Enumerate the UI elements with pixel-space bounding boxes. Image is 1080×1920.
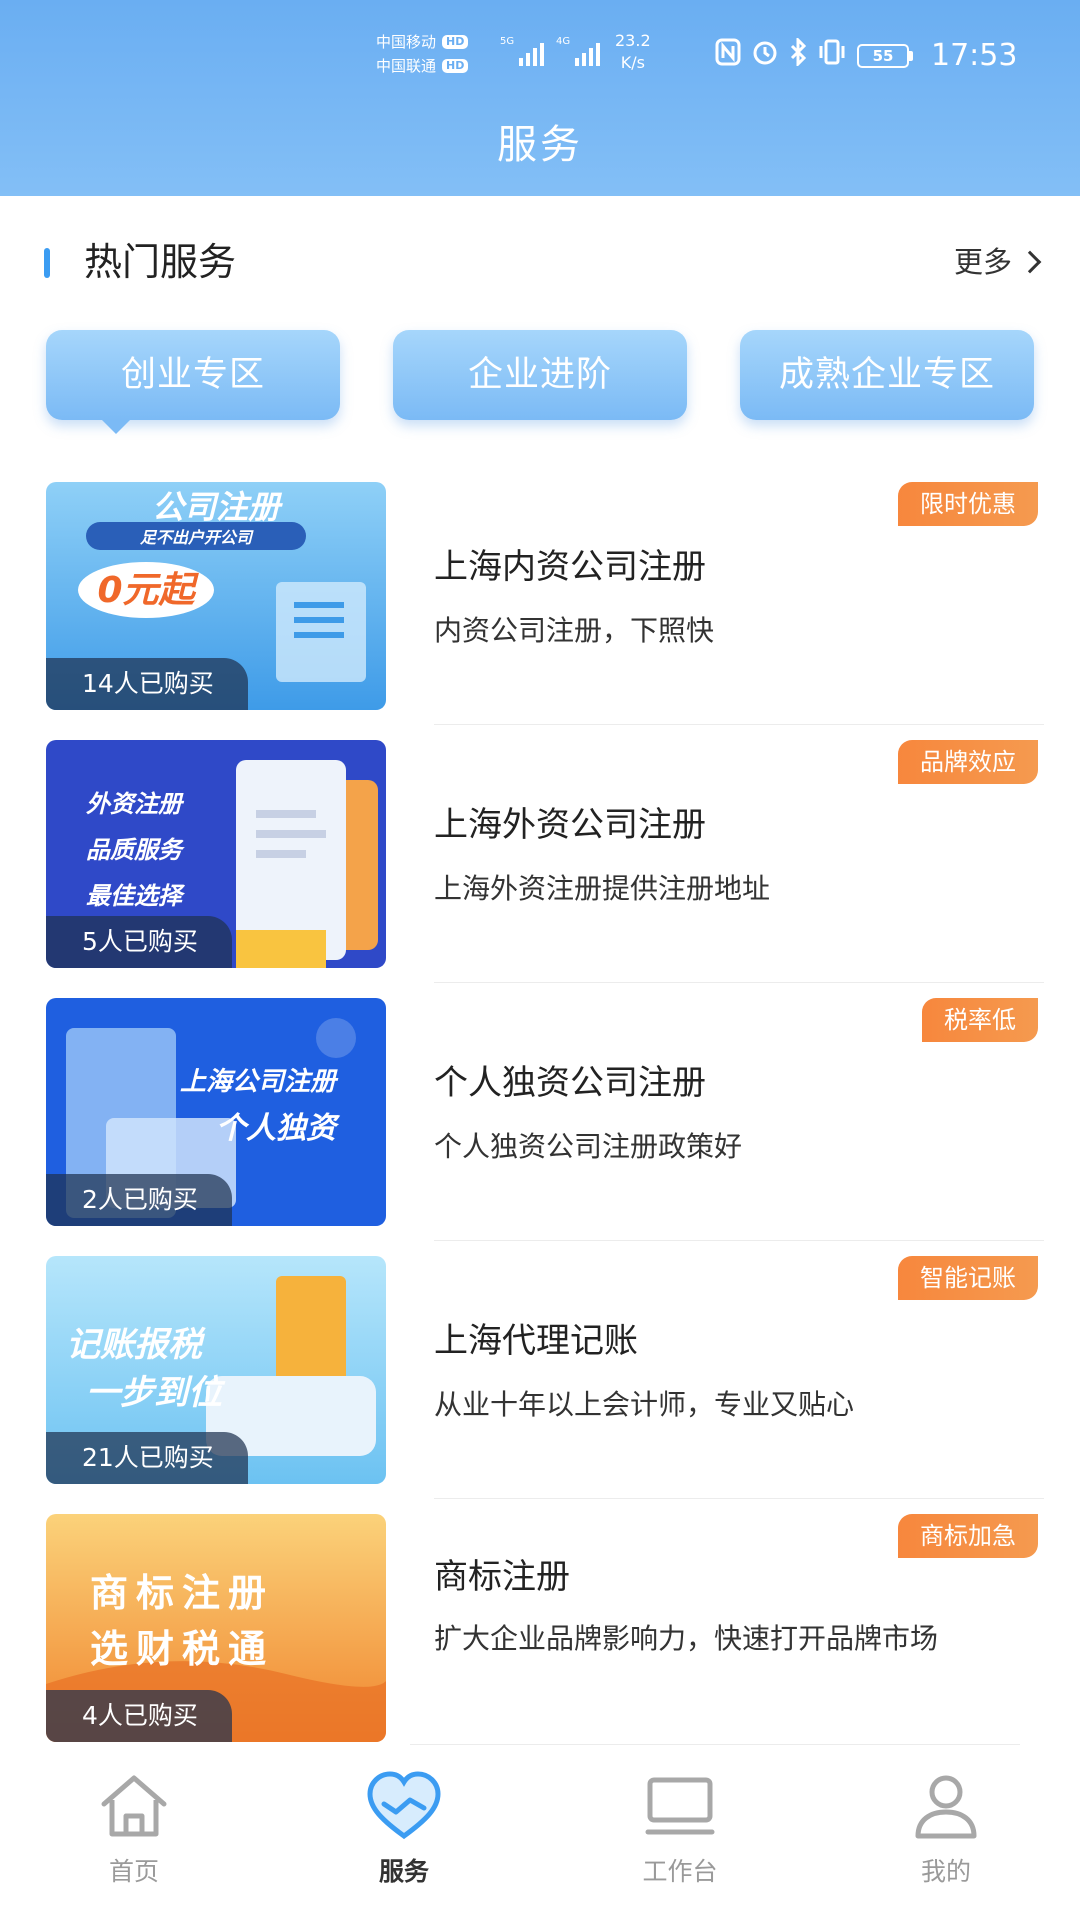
svg-text:商标注册: 商标注册 bbox=[90, 1571, 274, 1615]
svg-text:足不出户开公司: 足不出户开公司 bbox=[140, 528, 254, 547]
buyers-count: 4人已购买 bbox=[46, 1690, 232, 1742]
service-title: 上海代理记账 bbox=[434, 1321, 638, 1361]
service-thumbnail: 外资注册 品质服务 最佳选择 5人已购买 bbox=[46, 740, 386, 968]
network-speed: 23.2 K/s bbox=[615, 31, 651, 72]
service-title: 商标注册 bbox=[434, 1557, 570, 1597]
alarm-icon bbox=[751, 38, 779, 73]
status-bar: 中国移动 HD 中国联通 HD 5G 4G 23.2 K/s 55 17:53 bbox=[0, 0, 1080, 100]
promo-badge: 智能记账 bbox=[898, 1256, 1038, 1300]
chevron-right-icon bbox=[1018, 250, 1042, 274]
zone-tabs: 创业专区 企业进阶 成熟企业专区 bbox=[46, 330, 1036, 434]
more-label: 更多 bbox=[953, 245, 1012, 279]
service-thumbnail: 公司注册 足不出户开公司 0元起 14人已购买 bbox=[46, 482, 386, 710]
service-title: 上海外资公司注册 bbox=[434, 805, 706, 845]
svg-text:记账报税: 记账报税 bbox=[66, 1325, 206, 1365]
promo-badge: 限时优惠 bbox=[898, 482, 1038, 526]
promo-badge: 商标加急 bbox=[898, 1514, 1038, 1558]
bottom-navigation: 首页 服务 工作台 我的 bbox=[0, 1748, 1080, 1920]
service-description: 从业十年以上会计师，专业又贴心 bbox=[434, 1388, 855, 1421]
service-item[interactable]: 商标注册 选财税通 4人已购买 商标加急 商标注册 扩大企业品牌影响力，快速打开… bbox=[46, 1514, 1038, 1744]
nav-service[interactable]: 服务 bbox=[304, 1764, 504, 1888]
divider bbox=[434, 982, 1044, 983]
carrier-1: 中国移动 bbox=[376, 33, 437, 51]
promo-badge: 税率低 bbox=[922, 998, 1038, 1042]
nav-label: 我的 bbox=[920, 1857, 971, 1886]
nav-label: 服务 bbox=[378, 1857, 429, 1886]
status-icons: 55 17:53 bbox=[715, 36, 1018, 73]
service-description: 上海外资注册提供注册地址 bbox=[434, 872, 771, 905]
service-thumbnail: 上海公司注册 个人独资 2人已购买 bbox=[46, 998, 386, 1226]
service-item[interactable]: 上海公司注册 个人独资 2人已购买 税率低 个人独资公司注册 个人独资公司注册政… bbox=[46, 998, 1038, 1228]
service-item[interactable]: 记账报税 一步到位 21人已购买 智能记账 上海代理记账 从业十年以上会计师，专… bbox=[46, 1256, 1038, 1486]
service-item[interactable]: 外资注册 品质服务 最佳选择 5人已购买 品牌效应 上海外资公司注册 上海外资注… bbox=[46, 740, 1038, 970]
svg-text:个人独资: 个人独资 bbox=[216, 1111, 341, 1146]
buyers-count: 21人已购买 bbox=[46, 1432, 248, 1484]
page-title: 服务 bbox=[497, 122, 583, 168]
service-thumbnail: 商标注册 选财税通 4人已购买 bbox=[46, 1514, 386, 1742]
divider bbox=[434, 724, 1044, 725]
signal-icon: 5G bbox=[500, 36, 545, 66]
hd-badge: HD bbox=[442, 35, 469, 49]
divider bbox=[434, 1498, 1044, 1499]
service-description: 个人独资公司注册政策好 bbox=[434, 1130, 743, 1163]
service-heart-icon bbox=[367, 1771, 441, 1840]
battery-icon: 55 bbox=[857, 43, 913, 68]
clock: 17:53 bbox=[931, 38, 1018, 73]
svg-text:上海公司注册: 上海公司注册 bbox=[180, 1067, 339, 1097]
service-item[interactable]: 公司注册 足不出户开公司 0元起 14人已购买 限时优惠 上海内资公司注册 内资… bbox=[46, 482, 1038, 712]
nav-label: 工作台 bbox=[642, 1857, 718, 1886]
divider bbox=[434, 1240, 1044, 1241]
nav-workbench[interactable]: 工作台 bbox=[580, 1764, 780, 1888]
nav-home[interactable]: 首页 bbox=[34, 1764, 234, 1888]
tab-enterprise-advance[interactable]: 企业进阶 bbox=[393, 330, 687, 420]
hd-badge: HD bbox=[442, 59, 469, 73]
nfc-icon bbox=[715, 38, 741, 73]
vibrate-icon bbox=[817, 38, 847, 73]
buyers-count: 2人已购买 bbox=[46, 1174, 232, 1226]
svg-text:一步到位: 一步到位 bbox=[86, 1373, 226, 1413]
section-accent-bar bbox=[44, 248, 50, 278]
profile-icon bbox=[915, 1775, 977, 1839]
svg-text:品质服务: 品质服务 bbox=[86, 836, 185, 864]
svg-text:最佳选择: 最佳选择 bbox=[86, 882, 186, 910]
more-link[interactable]: 更多 bbox=[953, 242, 1042, 282]
section-title: 热门服务 bbox=[84, 240, 237, 284]
carrier-info: 中国移动 HD 中国联通 HD bbox=[376, 30, 469, 78]
signal-icon: 4G bbox=[556, 36, 601, 66]
service-title: 上海内资公司注册 bbox=[434, 547, 706, 587]
service-description: 内资公司注册，下照快 bbox=[434, 614, 715, 647]
home-icon bbox=[101, 1775, 167, 1837]
svg-text:公司注册: 公司注册 bbox=[152, 488, 283, 526]
app-header: 中国移动 HD 中国联通 HD 5G 4G 23.2 K/s 55 17:53 … bbox=[0, 0, 1080, 196]
divider bbox=[410, 1744, 1020, 1745]
nav-label: 首页 bbox=[108, 1857, 159, 1886]
bluetooth-icon bbox=[789, 36, 807, 73]
hot-services-header: 热门服务 更多 bbox=[44, 236, 1042, 288]
carrier-2: 中国联通 bbox=[376, 57, 437, 75]
svg-text:0元起: 0元起 bbox=[97, 570, 199, 611]
workbench-icon bbox=[645, 1777, 715, 1835]
service-description: 扩大企业品牌影响力，快速打开品牌市场 bbox=[434, 1622, 939, 1655]
buyers-count: 14人已购买 bbox=[46, 658, 248, 710]
promo-badge: 品牌效应 bbox=[898, 740, 1038, 784]
service-title: 个人独资公司注册 bbox=[434, 1063, 706, 1103]
tab-startup-zone[interactable]: 创业专区 bbox=[46, 330, 340, 434]
svg-text:外资注册: 外资注册 bbox=[86, 790, 185, 818]
service-thumbnail: 记账报税 一步到位 21人已购买 bbox=[46, 1256, 386, 1484]
nav-profile[interactable]: 我的 bbox=[846, 1764, 1046, 1888]
buyers-count: 5人已购买 bbox=[46, 916, 232, 968]
svg-text:选财税通: 选财税通 bbox=[90, 1627, 274, 1671]
tab-mature-enterprise-zone[interactable]: 成熟企业专区 bbox=[740, 330, 1034, 420]
